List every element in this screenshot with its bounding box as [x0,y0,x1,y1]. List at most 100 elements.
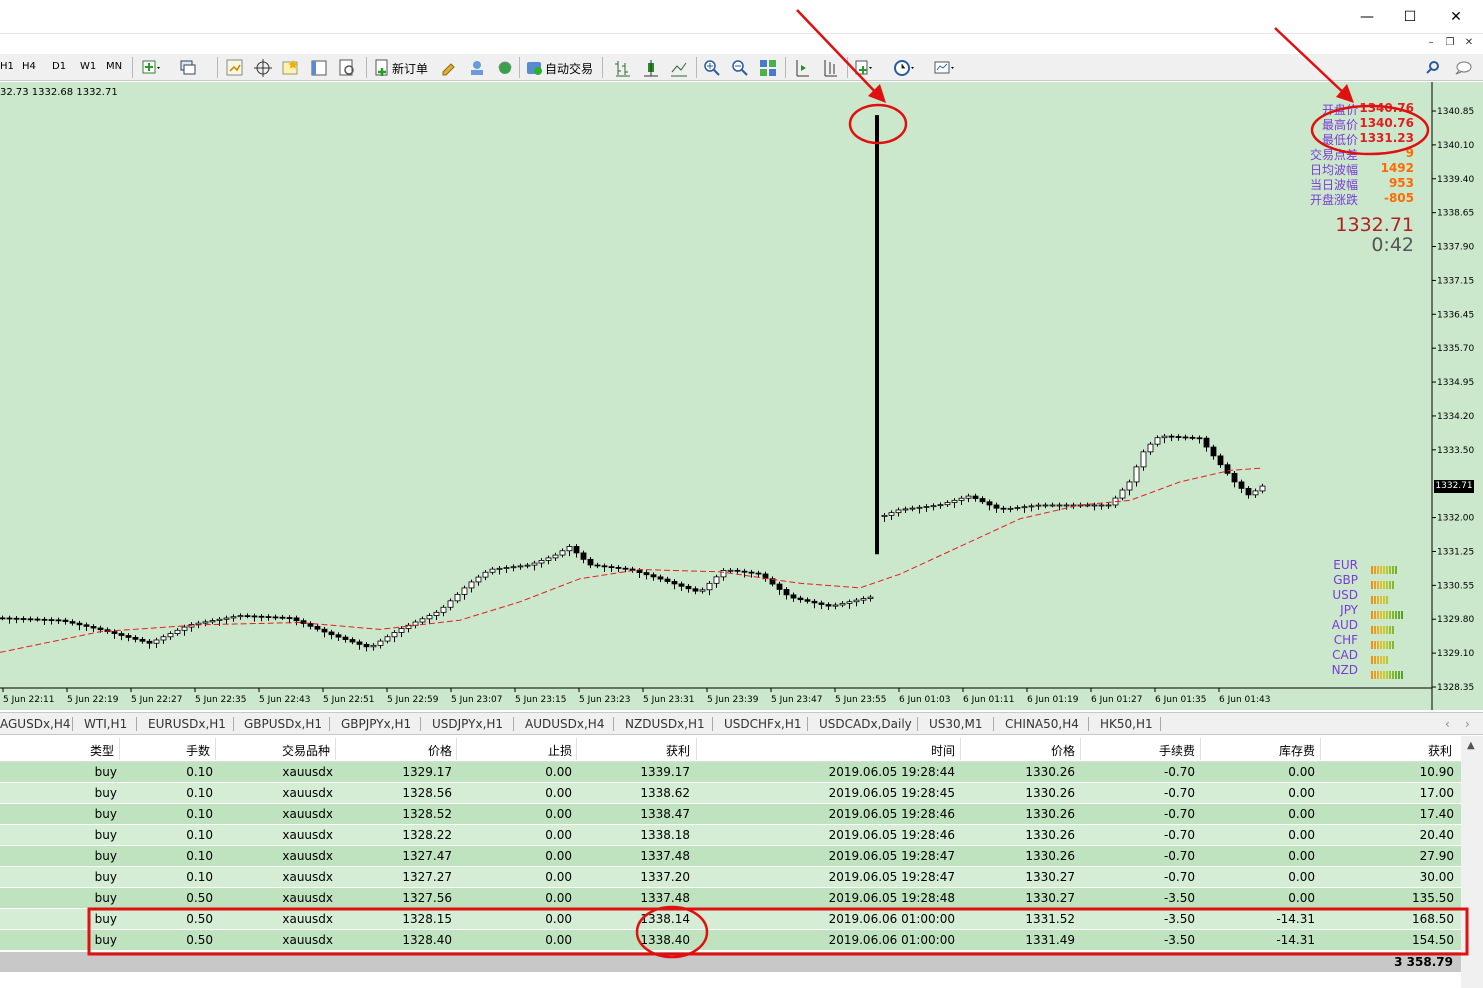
table-scrollbar[interactable]: ▲ [1461,736,1483,988]
candle-body [342,636,349,640]
col-symbol[interactable]: 交易品种 [216,742,330,759]
bar-chart-icon[interactable] [612,57,634,79]
table-row[interactable]: buy 0.10 xauusdx 1328.22 0.00 1338.18 2019.06.… [0,825,1461,846]
minimize-button[interactable]: — [1357,8,1377,26]
scroll-up-icon[interactable]: ▲ [1467,740,1475,751]
mdi-restore-icon[interactable]: ❐ [1443,36,1457,50]
candle-body [1000,507,1007,510]
crosshair-icon[interactable] [252,57,274,79]
profiles-icon[interactable] [178,57,200,79]
candle-body [328,631,335,636]
candle-body [951,499,958,503]
table-row[interactable]: buy 0.50 xauusdx 1328.40 0.00 1338.40 2019.06.… [0,930,1461,951]
price-tick-label: 1339.40 [1437,175,1474,185]
tab-usdcadx-daily[interactable]: USDCADx,Daily [819,717,912,731]
candle-body [223,617,230,620]
tab-usdjpyx-h1[interactable]: USDJPYx,H1 [432,717,503,731]
indicators-icon[interactable] [852,57,874,79]
col-swap[interactable]: 库存费 [1201,742,1315,759]
timeframe-h4[interactable]: H4 [22,61,36,72]
tab-hk50-h1[interactable]: HK50,H1 [1100,717,1153,731]
tab-wti-h1[interactable]: WTI,H1 [84,717,127,731]
maximize-button[interactable]: ☐ [1400,8,1420,26]
candle-body [1056,504,1063,507]
candle-body [797,597,804,601]
cell-time: 2019.06.06 01:00:00 [828,912,955,926]
table-row[interactable]: buy 0.10 xauusdx 1328.52 0.00 1338.47 2019.06.… [0,804,1461,825]
candle-body [1252,490,1259,496]
market-icon[interactable] [494,57,516,79]
close-button[interactable]: ✕ [1446,8,1466,26]
periods-clock-icon[interactable] [892,57,914,79]
tab-scroll-right-icon[interactable]: › [1465,717,1470,731]
cell-profit: 154.50 [1412,933,1454,947]
line-chart-icon[interactable] [668,57,690,79]
col-profit[interactable]: 获利 [1321,742,1452,759]
cell-take-profit: 1337.20 [640,870,690,884]
candle-body [377,640,384,646]
mdi-minimize-icon[interactable]: – [1424,36,1438,50]
cell-time: 2019.06.05 19:28:45 [828,786,955,800]
data-window-icon[interactable] [308,57,330,79]
tab-us30-m1[interactable]: US30,M1 [929,717,982,731]
new-order-icon[interactable] [372,57,394,79]
auto-trade-icon[interactable] [524,57,546,79]
chart-shift-icon[interactable] [791,57,813,79]
col-time[interactable]: 时间 [697,742,955,759]
zoom-out-icon[interactable] [729,57,751,79]
col-current-price[interactable]: 价格 [961,742,1075,759]
tab-nzdusdx-h1[interactable]: NZDUSDx,H1 [625,717,705,731]
col-commission[interactable]: 手续费 [1081,742,1195,759]
table-row[interactable]: buy 0.10 xauusdx 1329.17 0.00 1339.17 2019.06.… [0,762,1461,783]
auto-trade-button[interactable]: 自动交易 [545,60,593,77]
candle-body [1154,437,1161,445]
table-row[interactable]: buy 0.50 xauusdx 1328.15 0.00 1338.14 2019.06.… [0,909,1461,930]
templates-icon[interactable] [932,57,954,79]
tab-usdchfx-h1[interactable]: USDCHFx,H1 [724,717,802,731]
market-watch-icon[interactable] [224,57,246,79]
new-chart-icon[interactable] [140,57,162,79]
cell-profit: 135.50 [1412,891,1454,905]
candle-body [258,615,265,618]
price-chart[interactable]: 1340.85 1340.10 1339.40 1338.65 1337.90 1337.… [0,82,1483,710]
col-open-price[interactable]: 价格 [336,742,452,759]
autoscroll-icon[interactable] [819,57,841,79]
candlestick-icon[interactable] [640,57,662,79]
candle-body [384,636,391,642]
table-row[interactable]: buy 0.10 xauusdx 1327.47 0.00 1337.48 2019.06.… [0,846,1461,867]
table-row[interactable]: buy 0.50 xauusdx 1327.56 0.00 1337.48 2019.06.… [0,888,1461,909]
time-tick-label: 6 Jun 01:35 [1155,695,1206,705]
tab-audusdx-h4[interactable]: AUDUSDx,H4 [525,717,604,731]
tab-gbpusdx-h1[interactable]: GBPUSDx,H1 [244,717,322,731]
tab-china50-h4[interactable]: CHINA50,H4 [1005,717,1079,731]
timeframe-h1[interactable]: H1 [0,61,14,72]
tile-windows-icon[interactable] [757,57,779,79]
strategy-tester-icon[interactable] [336,57,358,79]
tab-gbpjpyx-h1[interactable]: GBPJPYx,H1 [341,717,411,731]
col-stop-loss[interactable]: 止损 [457,742,572,759]
timeframe-w1[interactable]: W1 [80,61,96,72]
cell-swap: 0.00 [1288,891,1315,905]
price-tick-label: 1335.70 [1437,344,1474,354]
signals-icon[interactable] [466,57,488,79]
col-take-profit[interactable]: 获利 [577,742,690,759]
table-row[interactable]: buy 0.10 xauusdx 1328.56 0.00 1338.62 2019.06.… [0,783,1461,804]
timeframe-d1[interactable]: D1 [52,61,66,72]
pen-icon[interactable] [438,57,460,79]
tab-agusdx-h4[interactable]: AGUSDx,H4 [0,717,71,731]
chat-icon[interactable] [1452,57,1474,79]
favorites-icon[interactable] [280,57,302,79]
cell-current-price: 1330.26 [1025,786,1075,800]
tab-eurusdx-h1[interactable]: EURUSDx,H1 [148,717,226,731]
mdi-close-icon[interactable]: ✕ [1462,36,1476,50]
col-type[interactable]: 类型 [0,742,114,759]
tab-separator [993,717,994,731]
col-lots[interactable]: 手数 [120,742,210,759]
search-icon[interactable] [1422,57,1444,79]
timeframe-mn[interactable]: MN [106,61,122,72]
tab-scroll-left-icon[interactable]: ‹ [1445,717,1450,731]
tab-separator [233,717,234,731]
zoom-in-icon[interactable] [701,57,723,79]
table-row[interactable]: buy 0.10 xauusdx 1327.27 0.00 1337.20 2019.06.… [0,867,1461,888]
new-order-button[interactable]: 新订单 [392,60,428,77]
